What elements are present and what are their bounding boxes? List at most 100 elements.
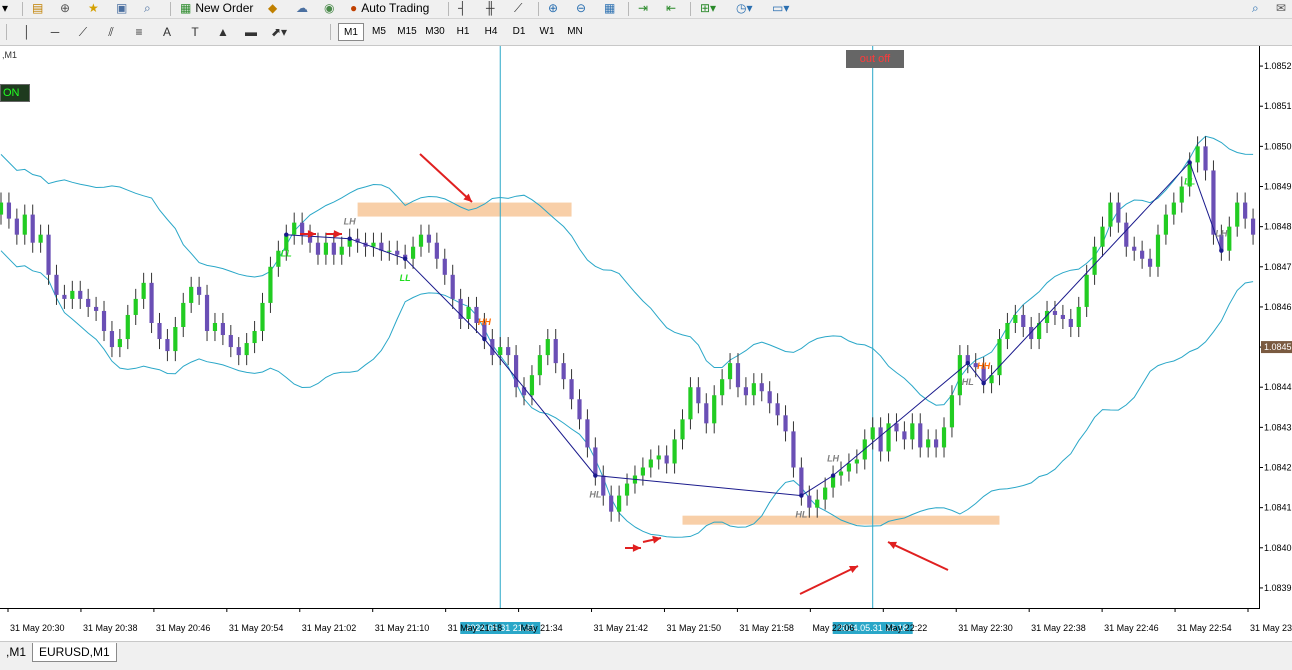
toolbar-separator [170,2,171,16]
swing-label-ll: LL [1184,176,1195,186]
candle-body [577,399,582,420]
vertical-line-icon[interactable]: │ [16,23,38,41]
timeframe-d1-button[interactable]: D1 [506,23,532,41]
swing-point [347,236,352,241]
bar-chart-icon[interactable]: ┤ [458,0,467,16]
timeframe-m15-button[interactable]: M15 [394,23,420,41]
swing-label-lh: LH [1215,229,1227,239]
arrows-dropdown-icon[interactable]: ⬈▾ [268,23,290,41]
y-tick-label: 1.0849 [1264,182,1292,192]
signals-icon[interactable]: ☁ [296,0,308,16]
candle-body [1021,314,1026,327]
periods-icon[interactable]: ◷▾ [736,0,753,16]
ea-status-badge: ON [0,84,30,102]
indicators-icon[interactable]: ⊞▾ [700,0,716,16]
candle-body [1013,314,1018,323]
candle-body [1005,322,1010,340]
zoom-in-icon[interactable]: ⊕ [548,0,558,16]
swing-point [482,336,487,342]
new-order-icon: ▦ [180,1,192,15]
horizontal-line-icon[interactable]: ─ [44,23,66,41]
candle-body [1227,226,1232,251]
candle-body [292,222,297,235]
candle-body [640,467,645,476]
x-tick-label: 31 May 21:42 [594,623,649,633]
timeframe-h4-button[interactable]: H4 [478,23,504,41]
experts-icon[interactable]: ◆ [268,0,277,16]
candle-body [918,423,923,448]
price-chart[interactable]: 2024.05.31 21:31 2024.05.31 22:18 HHHHLHL… [0,46,1292,640]
candlestick-chart-icon[interactable]: ╫ [486,0,495,16]
menu-chevron-icon[interactable]: ▾ [2,0,8,16]
x-tick-label: 31 May 22:54 [1177,623,1232,633]
candle-body [109,331,115,348]
timeframe-w1-button[interactable]: W1 [534,23,560,41]
candle-body [609,495,614,512]
y-tick-label: 1.0851 [1264,101,1292,111]
new-order-button[interactable]: ▦ New Order [180,0,253,16]
templates-icon[interactable]: ▭▾ [772,0,789,16]
candle-body [204,294,210,332]
candle-body [1140,250,1145,259]
search-icon[interactable]: ⌕ [1252,0,1259,16]
new-order-label: New Order [195,1,254,15]
y-tick-label: 1.0846 [1264,302,1292,312]
text-icon[interactable]: A [156,23,178,41]
chart-tab[interactable]: ,M1 [0,643,32,661]
candle-body [371,242,376,247]
chat-icon[interactable]: ✉ [1276,0,1286,16]
candle-body [1203,146,1208,171]
timeframe-m5-button[interactable]: M5 [366,23,392,41]
candle-body [54,274,59,295]
chart-shift-icon[interactable]: ⇤ [666,0,676,16]
auto-trading-button[interactable]: ● Auto Trading [350,0,429,16]
timeframe-m30-button[interactable]: M30 [422,23,448,41]
candle-body [228,335,233,348]
tester-icon[interactable]: ⌕ [144,0,151,16]
crosshair-icon[interactable]: ⊕ [60,0,70,16]
candle-body [189,286,194,303]
chart-window[interactable]: 2024.05.31 21:31 2024.05.31 22:18 HH HH LH L… [0,46,1292,640]
market-icon[interactable]: ◉ [324,0,334,16]
timeframe-h1-button[interactable]: H1 [450,23,476,41]
tile-windows-icon[interactable]: ▦ [604,0,615,16]
swing-label-lh: LH [344,217,356,227]
candle-body [1171,202,1176,215]
y-tick-label: 1.0852 [1264,61,1292,71]
candle-body [1235,202,1240,227]
fibonacci-icon[interactable]: ≡ [128,23,150,41]
line-chart-icon[interactable]: ⟋ [514,0,522,16]
timeframe-m1-button[interactable]: M1 [338,23,364,41]
candle-body [62,294,67,299]
candle-body [236,347,241,356]
scroll-chart-icon[interactable]: ⇥ [638,0,648,16]
auto-trading-icon: ● [350,1,358,15]
zoom-out-icon[interactable]: ⊖ [576,0,586,16]
favorites-icon[interactable]: ★ [88,0,99,16]
candle-body [815,499,820,508]
candle-body [870,427,875,440]
chart-tab-eurusd[interactable]: EURUSD,M1 [32,643,117,662]
rectangle-icon[interactable]: ▬ [240,23,262,41]
swing-point [799,493,804,498]
equidistant-channel-icon[interactable]: ⫽ [100,23,122,41]
trendline-icon[interactable]: ⟋ [72,23,94,41]
candle-body [181,302,186,327]
out-off-button[interactable]: out off [846,50,904,68]
text-label-icon[interactable]: T [184,23,206,41]
candle-body [838,471,844,476]
swing-point [402,256,408,261]
arrow-up-shape-icon[interactable]: ▲ [212,23,234,41]
candle-body [133,298,138,315]
terminal-icon[interactable]: ▣ [116,0,127,16]
timeframe-mn-button[interactable]: MN [562,23,588,41]
x-tick-label: 31 May 20:54 [229,623,284,633]
candle-body [1116,202,1121,223]
candle-body [767,391,772,404]
main-toolbar: ▾ ▤ ⊕ ★ ▣ ⌕ ▦ New Order ◆ ☁ ◉ ● Auto Tra… [0,0,1292,19]
market-watch-icon[interactable]: ▤ [32,0,43,16]
candle-body [712,395,717,424]
candle-body [442,258,447,275]
candle-body [1092,246,1097,275]
candle-body [680,419,685,440]
